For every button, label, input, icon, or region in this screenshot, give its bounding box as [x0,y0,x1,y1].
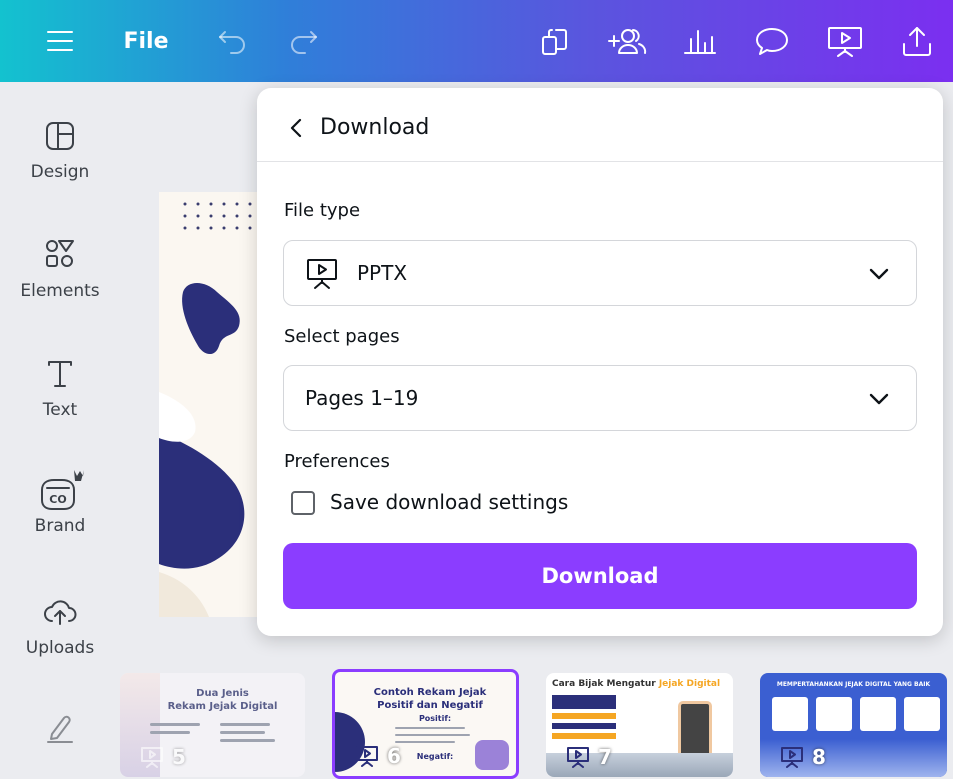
thumb-badge: 8 [780,745,826,769]
save-settings-checkbox[interactable] [291,491,315,515]
thumb-subtitle: Positif: [418,714,452,723]
sidebar-item-label: Brand [34,516,86,536]
thumb-badge: 5 [140,745,186,769]
undo-icon[interactable] [214,18,252,64]
select-pages-label: Select pages [284,326,400,347]
page-thumbnail-8[interactable]: MEMPERTAHANKAN JEJAK DIGITAL YANG BAIK 8 [760,673,947,777]
thumb-title: Cara Bijak Mengatur [552,679,659,689]
text-icon [48,361,72,387]
thumb-subtitle: Negatif: [416,752,454,761]
sidebar-item-design[interactable]: Design [0,120,120,182]
svg-text:CO: CO [49,493,66,506]
share-icon[interactable] [897,18,937,64]
present-icon[interactable] [823,18,867,64]
thumb-title-highlight: Jejak Digital [658,679,721,689]
left-sidebar: Design Elements Text CO Brand Uploads [0,82,120,779]
panel-header: Download [257,88,943,162]
presentation-icon [356,746,378,767]
thumb-title: Positif dan Negatif [377,700,483,711]
sidebar-item-text[interactable]: Text [0,358,120,420]
chevron-left-icon [290,118,302,138]
presentation-icon [567,747,589,768]
thumb-title: Rekam Jejak Digital [167,701,278,712]
resize-icon[interactable] [535,18,575,64]
slide-decoration [159,202,252,617]
presentation-icon [141,747,163,768]
download-panel: Download File type PPTX Select pages Pag… [257,88,943,636]
brand-icon: CO [41,470,84,510]
chevron-down-icon [868,263,890,285]
sidebar-item-elements[interactable]: Elements [0,239,120,301]
sidebar-item-label: Uploads [25,638,95,658]
slide-preview[interactable] [159,192,269,617]
menu-icon[interactable] [40,18,80,64]
comment-icon[interactable] [752,18,792,64]
sidebar-item-draw[interactable] [0,712,120,744]
draw-icon [47,715,73,743]
thumb-number: 7 [598,745,612,769]
file-menu-button[interactable]: File [118,18,174,64]
sidebar-item-label: Design [30,162,90,182]
presentation-icon [306,257,338,291]
thumb-badge: 6 [355,744,401,768]
uploads-icon [44,600,77,625]
thumb-number: 6 [387,744,401,768]
top-toolbar: File [0,0,953,82]
file-type-value: PPTX [357,261,408,285]
page-thumbnail-6[interactable]: Contoh Rekam Jejak Positif dan Negatif P… [332,669,519,779]
page-thumbnail-5[interactable]: Dua Jenis Rekam Jejak Digital 5 [120,673,305,777]
thumb-title: Contoh Rekam Jejak [373,687,487,698]
thumb-number: 8 [812,745,826,769]
preferences-label: Preferences [284,451,390,472]
thumb-title: MEMPERTAHANKAN JEJAK DIGITAL YANG BAIK [776,681,931,688]
download-button[interactable]: Download [283,543,917,609]
save-settings-label[interactable]: Save download settings [330,490,568,514]
select-pages-select[interactable]: Pages 1–19 [283,365,917,431]
elements-icon [46,240,74,267]
design-icon [46,122,74,150]
chevron-down-icon [868,388,890,410]
sidebar-item-label: Text [42,400,78,420]
thumb-number: 5 [172,745,186,769]
add-people-icon[interactable] [604,18,650,64]
sidebar-item-brand[interactable]: CO Brand [0,466,120,536]
sidebar-item-uploads[interactable]: Uploads [0,596,120,658]
sidebar-item-label: Elements [20,281,100,301]
back-button[interactable] [281,113,311,143]
select-pages-value: Pages 1–19 [305,386,419,410]
panel-title: Download [320,115,430,140]
insights-icon[interactable] [680,18,720,64]
thumb-title: Dua Jenis [196,688,249,699]
file-type-label: File type [284,200,361,221]
file-label: File [123,28,169,54]
file-type-select[interactable]: PPTX [283,240,917,306]
presentation-icon [781,747,803,768]
thumb-badge: 7 [566,745,612,769]
page-thumbnail-7[interactable]: Cara Bijak Mengatur Jejak Digital 7 [546,673,733,777]
redo-icon[interactable] [284,18,322,64]
